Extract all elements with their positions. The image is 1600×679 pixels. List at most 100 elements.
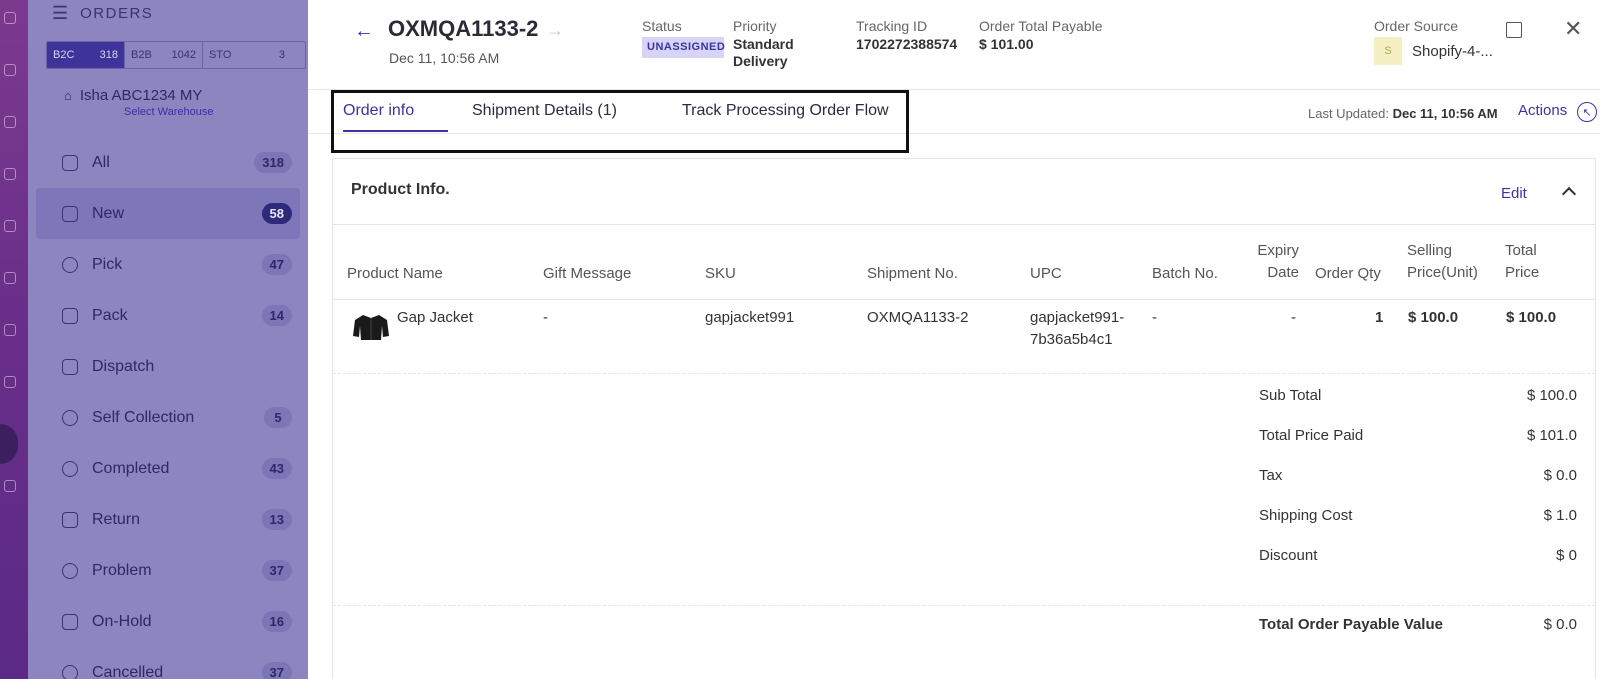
- tab-order-info[interactable]: Order info: [343, 102, 414, 120]
- order-date: Dec 11, 10:56 AM: [389, 50, 500, 66]
- summary-label-tax: Tax: [1259, 467, 1283, 484]
- segment-sto[interactable]: STO 3: [203, 42, 305, 68]
- status-label: Status: [642, 18, 682, 34]
- priority-label: Priority: [733, 18, 777, 34]
- segment-b2b[interactable]: B2B 1042: [125, 42, 203, 68]
- header-line: Price: [1505, 264, 1540, 281]
- cell-order-qty: 1: [1375, 309, 1384, 326]
- sidebar-item-return[interactable]: Return 13: [36, 494, 300, 545]
- last-updated-value: Dec 11, 10:56 AM: [1392, 106, 1498, 121]
- sidebar-item-pick[interactable]: Pick 47: [36, 239, 300, 290]
- total-payable-label: Order Total Payable: [979, 18, 1103, 34]
- sidebar-item-new[interactable]: New 58: [36, 188, 300, 239]
- col-header-shipment-no: Shipment No.: [867, 265, 958, 282]
- grand-total-label: Total Order Payable Value: [1259, 616, 1443, 633]
- count-badge: 37: [261, 662, 292, 679]
- cell-gift-message: -: [543, 309, 548, 326]
- segment-count: 318: [99, 49, 118, 61]
- chevron-up-icon[interactable]: [1561, 186, 1577, 202]
- x-circle-icon: [62, 664, 78, 679]
- count-badge: 37: [261, 560, 292, 581]
- sidebar-nav: All 318 New 58 Pick 47 Pack 14 Dispatch Self…: [36, 137, 300, 679]
- warehouse-select-link[interactable]: Select Warehouse: [124, 106, 308, 118]
- sidebar-item-label: New: [92, 204, 125, 222]
- sidebar-item-completed[interactable]: Completed 43: [36, 443, 300, 494]
- rail-item-icon[interactable]: [4, 116, 16, 128]
- summary-label-sub-total: Sub Total: [1259, 387, 1322, 404]
- menu-icon[interactable]: ☰: [52, 3, 68, 24]
- col-header-product-name: Product Name: [347, 265, 443, 282]
- return-icon: [62, 511, 78, 528]
- rail-item-icon[interactable]: [4, 220, 16, 232]
- warehouse-selector[interactable]: ⌂ Isha ABC1234 MY Select Warehouse: [64, 87, 308, 118]
- sidebar-title: ORDERS: [80, 4, 154, 22]
- channel-segment-control: B2C 318 B2B 1042 STO 3: [46, 41, 306, 69]
- section-title: Product Info.: [351, 181, 450, 198]
- count-badge: 47: [261, 254, 292, 275]
- app-rail: [0, 0, 28, 679]
- external-link-icon: [62, 358, 78, 375]
- box-icon: [62, 307, 78, 324]
- segment-b2c[interactable]: B2C 318: [47, 42, 125, 68]
- segment-count: 1042: [171, 49, 196, 61]
- edit-button[interactable]: Edit: [1501, 185, 1527, 202]
- count-badge: 318: [254, 152, 292, 173]
- rail-item-icon[interactable]: [4, 480, 16, 492]
- count-badge: 58: [261, 203, 292, 224]
- status-field: Status UNASSIGNED: [642, 18, 725, 58]
- sidebar-item-pack[interactable]: Pack 14: [36, 290, 300, 341]
- actions-arrow-icon[interactable]: ↖: [1577, 102, 1597, 122]
- total-payable-field: Order Total Payable $ 101.00: [979, 18, 1102, 53]
- header-line: Expiry: [1257, 242, 1299, 259]
- segment-label: STO: [209, 49, 232, 61]
- forward-arrow-icon[interactable]: →: [546, 20, 564, 41]
- summary-value-total-price-paid: $ 101.0: [1526, 427, 1577, 444]
- close-icon[interactable]: ✕: [1564, 16, 1582, 42]
- order-source-value: Shopify-4-...: [1412, 42, 1493, 60]
- actions-button[interactable]: Actions: [1518, 102, 1567, 119]
- sidebar-item-self-collection[interactable]: Self Collection 5: [36, 392, 300, 443]
- sidebar-item-on-hold[interactable]: On-Hold 16: [36, 596, 300, 647]
- cell-shipment-no: OXMQA1133-2: [867, 309, 969, 326]
- col-header-total-price: Total Price: [1505, 240, 1539, 284]
- header-line: Total: [1505, 242, 1537, 259]
- active-tab-indicator: [343, 130, 448, 132]
- last-updated-label: Last Updated:: [1308, 106, 1389, 121]
- sidebar-item-problem[interactable]: Problem 37: [36, 545, 300, 596]
- cell-total-price: $ 100.0: [1506, 309, 1557, 326]
- priority-value: Standard Delivery: [733, 36, 794, 69]
- tabs-bar: Order info Shipment Details (1) Track Pr…: [308, 90, 1600, 153]
- tracking-label: Tracking ID: [856, 18, 928, 34]
- status-badge: UNASSIGNED: [642, 37, 725, 58]
- app-logo-icon[interactable]: [4, 12, 16, 24]
- sidebar-item-label: Self Collection: [92, 408, 195, 426]
- tracking-value: 1702272388574: [856, 36, 958, 52]
- pick-icon: [62, 256, 78, 273]
- cell-expiry-date: -: [1291, 309, 1296, 326]
- printer-icon[interactable]: [1506, 22, 1522, 38]
- back-arrow-icon[interactable]: ←: [354, 20, 374, 43]
- cell-selling-price: $ 100.0: [1408, 309, 1459, 326]
- sidebar-item-dispatch[interactable]: Dispatch: [36, 341, 300, 392]
- header-line: Price(Unit): [1407, 264, 1478, 281]
- rail-selected-indicator: [0, 424, 18, 464]
- warehouse-icon: ⌂: [64, 88, 72, 103]
- rail-item-icon[interactable]: [4, 168, 16, 180]
- sidebar-item-all[interactable]: All 318: [36, 137, 300, 188]
- tab-track-processing-order-flow[interactable]: Track Processing Order Flow: [682, 102, 889, 120]
- rail-item-icon[interactable]: [4, 376, 16, 388]
- table-header-divider: [333, 299, 1595, 300]
- sidebar-header: ☰ ORDERS: [52, 2, 153, 24]
- rail-item-icon[interactable]: [4, 272, 16, 284]
- count-badge: 5: [264, 407, 292, 428]
- product-info-card: Product Info. Edit Product Name Gift Mes…: [332, 158, 1596, 679]
- tab-shipment-details[interactable]: Shipment Details (1): [472, 102, 617, 120]
- rail-item-icon[interactable]: [4, 64, 16, 76]
- sidebar-item-cancelled[interactable]: Cancelled 37: [36, 647, 300, 679]
- cell-product-name[interactable]: Gap Jacket: [397, 307, 473, 329]
- rail-item-icon[interactable]: [4, 324, 16, 336]
- check-circle-icon: [62, 460, 78, 477]
- product-info-header: Product Info. Edit: [333, 159, 1595, 225]
- col-header-selling-price: Selling Price(Unit): [1407, 240, 1478, 284]
- sidebar-item-label: All: [92, 153, 110, 171]
